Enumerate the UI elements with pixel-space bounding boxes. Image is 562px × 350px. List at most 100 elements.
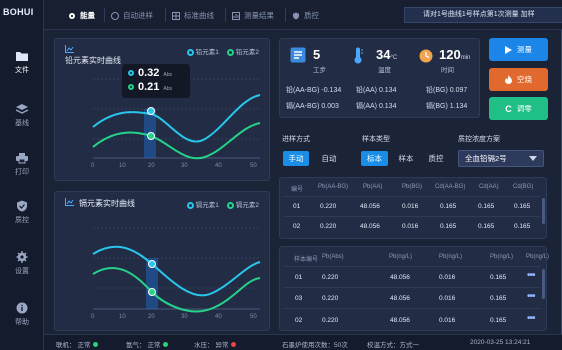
qc-scheme-select[interactable]: 全血铅镉2号 [458, 150, 544, 167]
reading-label: 铅(AA-BG) [286, 87, 320, 94]
reading-item: 镉(BG) 1.134 [426, 101, 467, 111]
tooltip-value: 0.21 [138, 81, 160, 93]
clock-icon [419, 49, 433, 63]
scrollbar[interactable] [542, 269, 545, 299]
more-options-icon[interactable]: ••• [527, 313, 535, 324]
column-header: Pb(AA) [363, 184, 383, 190]
qc-scheme-label: 质控浓度方案 [458, 136, 500, 143]
shield-icon [293, 12, 299, 19]
x-tick-label: 40 [215, 163, 222, 169]
sidebar-item-baseline[interactable]: 基线 [0, 103, 44, 128]
status-dot [230, 341, 236, 347]
sidebar-item-help[interactable]: 帮助 [0, 302, 44, 327]
reading-value: 1.134 [449, 103, 468, 110]
tab-label: 能量 [80, 11, 95, 20]
x-tick-label: 0 [91, 163, 95, 169]
table-cell: 03 [295, 295, 303, 302]
zero-button[interactable]: C 调零 [489, 97, 548, 120]
sidebar-item-settings[interactable]: 设置 [0, 251, 44, 276]
table-cell: 01 [293, 203, 301, 210]
sample-type-option[interactable]: 质控 [423, 151, 449, 166]
table-cell: 0.165 [490, 317, 507, 324]
time-number: 120 [439, 47, 461, 62]
top-tab-bar: 能量 自动进样 标准曲线 测量结果 质控 请对1号曲线1号样点第1次测量 加样 [44, 0, 562, 30]
chart-tooltip: 0.32 Abs 0.21 Abs [122, 64, 190, 98]
status-value: 正常 [147, 342, 161, 349]
printer-icon [16, 153, 28, 164]
measure-button[interactable]: 测量 [489, 38, 548, 61]
table-cell: 48.056 [360, 223, 380, 230]
divider [284, 308, 540, 309]
tab-divider [285, 8, 286, 22]
column-header: Pb(AA-BG) [318, 184, 349, 190]
data-point [148, 288, 156, 296]
reading-label: 镉(AA) [356, 103, 377, 110]
reading-label: 铅(BG) [426, 87, 448, 94]
reading-item: 镉(AA-BG) 0.003 [286, 101, 339, 111]
station-label: 工步 [313, 67, 326, 74]
blank-burn-button[interactable]: 空烧 [489, 68, 548, 91]
lead-chart-plot[interactable] [55, 39, 271, 182]
tab-results[interactable]: 测量结果 [232, 9, 274, 22]
tab-auto-sampling[interactable]: 自动进样 [111, 9, 153, 22]
table-cell: 48.056 [390, 317, 410, 324]
status-online: 联机： 正常 [56, 339, 98, 349]
zero-icon: C [505, 103, 512, 114]
reading-item: 铅(AA-BG) -0.134 [286, 85, 341, 95]
table-cell: 0.165 [514, 223, 531, 230]
more-options-icon[interactable]: ••• [527, 291, 535, 302]
column-header: Pb(ng/L) [526, 254, 550, 260]
tooltip-row: 0.21 Abs [128, 81, 184, 95]
table-cell: 0.016 [439, 274, 456, 281]
info-icon [16, 302, 28, 314]
x-tick-label: 40 [215, 314, 222, 320]
status-value: 正常 [77, 342, 91, 349]
temperature-value: 34°C [376, 47, 397, 62]
status-label: 氩气： [126, 342, 146, 349]
divider [284, 196, 540, 197]
scrollbar[interactable] [542, 198, 545, 224]
status-value: 异常 [215, 342, 229, 349]
table-cell: 0.220 [320, 223, 337, 230]
status-panel: 5 工步 34°C 温度 120min 时间 铅(AA-BG) -0.134 铅… [279, 38, 480, 118]
tab-label: 测量结果 [244, 11, 274, 20]
table-cell: 0.165 [490, 295, 507, 302]
sidebar-item-file[interactable]: 文件 [0, 50, 44, 75]
column-header: 编号 [291, 187, 304, 193]
x-tick-label: 0 [91, 314, 95, 320]
reading-value: 0.003 [321, 103, 339, 110]
table-cell: 02 [295, 317, 303, 324]
x-tick-label: 10 [119, 163, 126, 169]
mode-option-manual[interactable]: 手动 [283, 151, 309, 166]
tooltip-swatch [128, 70, 134, 76]
sidebar-item-label: 质控 [15, 217, 29, 224]
status-dot [162, 341, 168, 347]
reading-value: 0.134 [378, 87, 397, 94]
table-cell: 0.220 [320, 203, 337, 210]
tooltip-swatch [128, 84, 134, 90]
table-cell: 0.220 [322, 274, 339, 281]
column-header: Cd(AA-BG) [435, 184, 466, 190]
tab-qc[interactable]: 质控 [292, 9, 319, 22]
table-cell: 02 [293, 223, 301, 230]
layers-icon [15, 104, 29, 114]
reading-label: 镉(BG) [426, 103, 448, 110]
sidebar-item-qc[interactable]: 质控 [0, 200, 44, 225]
sample-type-option[interactable]: 标本 [361, 151, 388, 166]
x-tick-label: 20 [148, 314, 155, 320]
data-point [147, 132, 155, 140]
sample-type-option[interactable]: 样本 [393, 151, 419, 166]
tab-label: 质控 [304, 11, 319, 20]
tooltip-unit: Abs [163, 86, 173, 92]
time-label: 时间 [441, 67, 454, 74]
tab-energy[interactable]: 能量 [68, 9, 95, 22]
sidebar: BOHUI 文件 基线 打印 质控 设置 帮助 [0, 0, 44, 350]
gear-icon [16, 251, 28, 263]
column-header: Pb(BG) [402, 184, 423, 190]
more-options-icon[interactable]: ••• [527, 270, 535, 281]
sidebar-item-print[interactable]: 打印 [0, 152, 44, 177]
mode-option-auto[interactable]: 自动 [316, 151, 342, 166]
tab-standard-curve[interactable]: 标准曲线 [172, 9, 214, 22]
cadmium-chart-plot[interactable] [55, 192, 271, 332]
tooltip-value: 0.32 [138, 67, 160, 79]
